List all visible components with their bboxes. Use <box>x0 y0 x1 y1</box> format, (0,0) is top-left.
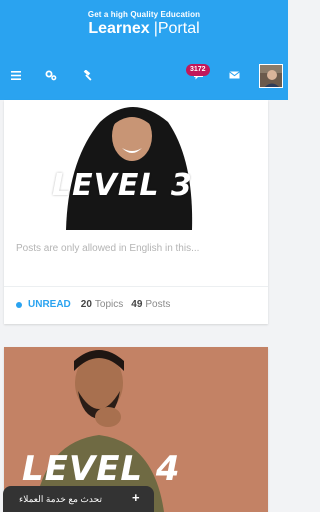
posts-count: 49 <box>131 299 143 310</box>
user-avatar[interactable] <box>259 64 283 88</box>
card-excerpt[interactable]: Posts are only allowed in English in thi… <box>16 243 256 254</box>
site-tagline: Get a high Quality Education <box>87 10 201 19</box>
logo-sub-text: Portal <box>157 20 200 37</box>
card-stats: UNREAD 20 Topics 49 Posts <box>16 299 178 310</box>
posts-label: Posts <box>145 299 171 310</box>
topics-count: 20 <box>80 299 92 310</box>
card-image-level-label: LEVEL 4 <box>22 449 181 489</box>
card-image-level-label: LEVEL 3 <box>52 168 193 203</box>
logo-main-text: Learnex <box>88 20 150 37</box>
site-logo[interactable]: Learnex |Portal <box>0 20 288 38</box>
chat-label: تحدث مع خدمة العملاء <box>19 494 102 504</box>
unread-dot-icon <box>16 301 22 308</box>
brand[interactable]: Get a high Quality Education Learnex |Por… <box>0 10 288 38</box>
card-image[interactable]: LEVEL LEVEL 3 <box>4 100 268 230</box>
hammer-icon[interactable] <box>79 66 97 84</box>
unread-status: UNREAD <box>28 299 71 310</box>
forum-card-level-3[interactable]: LEVEL LEVEL 3 Posts are only allowed in … <box>4 100 268 324</box>
notification-badge[interactable]: 3172 <box>186 64 210 76</box>
topics-label: Topics <box>94 299 124 310</box>
cogs-icon[interactable] <box>42 66 60 84</box>
menu-icon[interactable] <box>7 66 25 84</box>
top-header: Get a high Quality Education Learnex |Por… <box>0 0 288 100</box>
header-toolbar <box>0 60 288 90</box>
card-divider <box>4 286 268 287</box>
envelope-icon[interactable] <box>225 66 243 84</box>
plus-icon: + <box>132 490 140 505</box>
card-image-faint-text: LEVEL <box>22 208 56 218</box>
customer-service-chat-button[interactable]: تحدث مع خدمة العملاء + <box>3 486 154 512</box>
